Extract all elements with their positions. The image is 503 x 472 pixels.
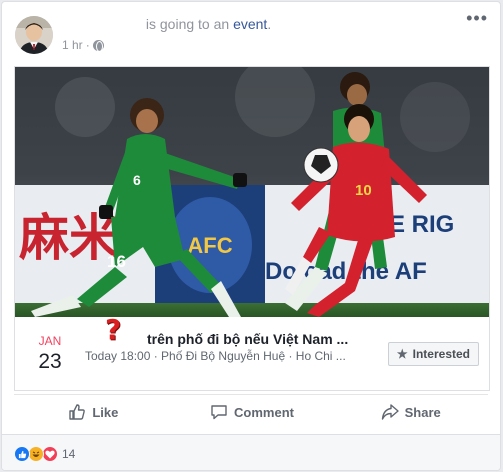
interested-label: Interested [412,347,470,361]
like-label: Like [92,404,119,420]
share-label: Share [404,404,441,420]
actions-divider-top [14,394,488,395]
photo-board-logo: AFC [187,233,232,258]
thumbs-up-icon [69,404,86,420]
post-meta: 1 hr · [62,38,104,52]
post-timestamp[interactable]: 1 hr [62,38,83,52]
like-reaction-icon [14,446,30,462]
event-link[interactable]: event [233,16,267,32]
event-day: 23 [38,350,62,373]
headline-verb: is going to an [145,16,230,32]
post-actions: Like Comment Share [14,396,490,428]
player-left-number: 16 [107,252,126,271]
event-title[interactable]: trên phố đi bộ nếu Việt Nam ... [147,331,357,347]
question-mark-overlay: ? [105,313,122,346]
comment-icon [211,405,227,420]
love-reaction-icon [42,446,58,462]
player-right-number: 10 [355,182,372,199]
share-button[interactable]: Share [331,396,490,428]
more-options-icon: ••• [466,8,488,28]
reactions-summary[interactable]: 14 [14,446,75,462]
feed-post: is going to an event. 1 hr · ••• AFC 麻米 … [1,1,501,471]
comment-label: Comment [234,404,294,420]
headline-period: . [267,16,272,32]
post-headline: is going to an event. [62,16,271,32]
more-options-button[interactable]: ••• [466,8,488,29]
star-icon: ★ [396,347,408,361]
event-photo[interactable]: AFC 麻米 THE RIG Do oad the AF 16 6 10 [15,67,489,317]
reaction-count[interactable]: 14 [62,447,75,461]
event-info: JAN 23 ? trên phố đi bộ nếu Việt Nam ...… [15,313,489,390]
event-attachment[interactable]: AFC 麻米 THE RIG Do oad the AF 16 6 10 JAN… [14,66,490,391]
like-button[interactable]: Like [14,396,173,428]
football [303,147,339,183]
author-avatar[interactable] [15,16,53,54]
event-month: JAN [38,334,62,348]
comment-button[interactable]: Comment [173,396,332,428]
interested-button[interactable]: ★ Interested [387,342,479,366]
player-left-back-number: 6 [133,172,141,188]
share-icon [381,404,399,420]
globe-icon[interactable] [92,39,104,52]
haha-reaction-icon [28,446,44,462]
reactions-bar: 14 [2,434,500,470]
meta-separator: · [85,38,90,52]
event-details: Today 18:00 · Phố Đi Bộ Nguyễn Huệ · Ho … [85,349,346,363]
